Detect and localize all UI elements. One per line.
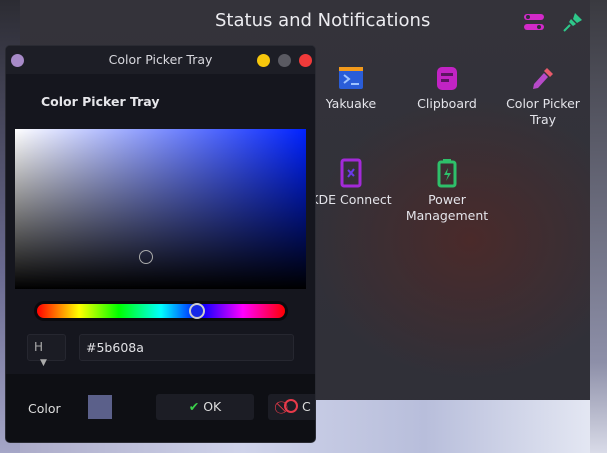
kde-connect-icon [340,158,362,188]
close-button[interactable] [299,54,312,67]
app-label: KDE Connect [310,192,392,207]
settings-sliders-icon[interactable] [522,10,546,34]
prohibited-icon [284,399,298,413]
terminal-icon [339,67,363,89]
app-label: Yakuake [325,96,377,111]
clipboard-icon [437,67,457,90]
eyedropper-icon [533,68,553,89]
cancel-label: C [301,399,311,414]
panel-title: Status and Notifications [215,10,431,31]
app-yakuake[interactable]: Yakuake [306,64,396,112]
app-clipboard[interactable]: Clipboard [402,64,492,112]
color-label: Color [28,401,61,416]
color-picker-dialog: Color Picker Tray Color Picker Tray H ▼ … [5,45,316,443]
check-icon: ✔ [188,399,200,414]
app-power-management[interactable]: Power Management [402,158,492,224]
ok-label: OK [203,399,222,414]
color-mode-select[interactable]: H ▼ [27,334,66,368]
wallpaper-edge [590,0,607,453]
hue-handle[interactable] [189,303,206,319]
app-label: Power Management [405,192,489,223]
app-label: Color Picker Tray [506,96,580,127]
pin-icon[interactable] [561,10,585,34]
ok-button[interactable]: ✔ OK [156,394,254,420]
saturation-value-picker[interactable] [15,129,306,289]
app-label: Clipboard [417,96,477,111]
app-color-picker-tray[interactable]: Color Picker Tray [498,64,588,128]
dialog-footer: Color ✔ OK ⃠ C [6,374,315,442]
app-kde-connect[interactable]: KDE Connect [306,158,396,208]
cancel-button[interactable]: ⃠ C [268,394,315,420]
maximize-button[interactable] [278,54,291,67]
minimize-button[interactable] [257,54,270,67]
sv-handle[interactable] [139,250,153,264]
hex-input[interactable]: #5b608a [79,334,294,361]
dialog-heading: Color Picker Tray [41,94,160,109]
mode-value: H [34,340,44,354]
chevron-down-icon: ▼ [40,358,47,368]
battery-icon [437,159,457,188]
hue-slider[interactable] [37,303,285,319]
title-bar[interactable]: Color Picker Tray [6,46,315,74]
color-swatch [88,395,112,419]
